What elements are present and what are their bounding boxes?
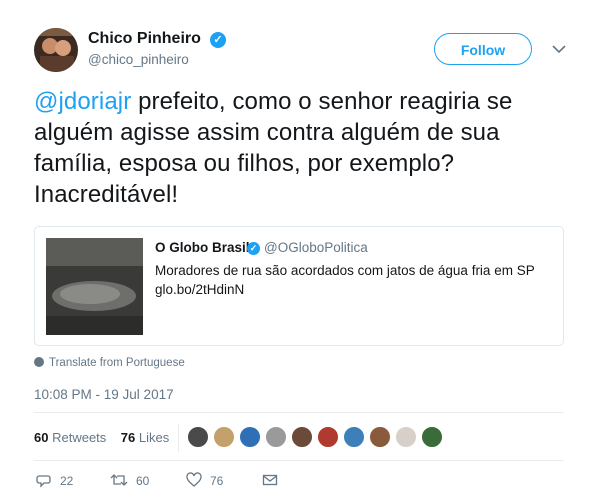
author-handle[interactable]: @chico_pinheiro <box>88 52 189 67</box>
divider <box>34 460 564 461</box>
globe-icon <box>34 357 44 367</box>
retweets-label: Retweets <box>52 430 107 445</box>
liker-avatar[interactable] <box>317 426 339 448</box>
likes-stat[interactable]: 76 Likes <box>121 430 169 445</box>
quoted-text-body: Moradores de rua são acordados com jatos… <box>155 263 535 278</box>
liker-avatar[interactable] <box>265 426 287 448</box>
quoted-tweet-text: Moradores de rua são acordados com jatos… <box>155 261 555 299</box>
retweets-stat[interactable]: 60 Retweets <box>34 430 106 445</box>
verified-icon: ✓ <box>247 242 260 255</box>
retweet-button[interactable]: 60 <box>110 472 149 488</box>
reply-icon <box>36 475 51 488</box>
liker-avatar[interactable] <box>421 426 443 448</box>
liker-avatar[interactable] <box>213 426 235 448</box>
quoted-tweet-image[interactable] <box>46 238 143 335</box>
likes-count: 76 <box>120 430 136 445</box>
direct-message-button[interactable] <box>262 472 286 488</box>
tweet-timestamp[interactable]: 10:08 PM - 19 Jul 2017 <box>34 387 174 402</box>
translate-link[interactable]: Translate from Portuguese <box>34 357 185 369</box>
verified-icon: ✓ <box>210 32 226 48</box>
chevron-down-icon[interactable] <box>549 38 569 58</box>
author-name[interactable]: Chico Pinheiro <box>88 30 201 48</box>
reply-button[interactable]: 22 <box>36 472 73 488</box>
like-icon <box>186 472 202 487</box>
tweet-stats: 60 Retweets 76 Likes <box>34 430 169 445</box>
quoted-author-handle: @OGloboPolitica <box>264 240 368 255</box>
liker-avatar[interactable] <box>291 426 313 448</box>
message-icon <box>262 474 278 486</box>
like-button[interactable]: 76 <box>186 472 223 488</box>
translate-label[interactable]: Translate from Portuguese <box>49 357 185 369</box>
author-avatar[interactable] <box>34 28 78 72</box>
divider <box>34 412 564 413</box>
quoted-link: glo.bo/2tHdinN <box>155 282 245 297</box>
divider <box>178 424 179 452</box>
quoted-author-name: O Globo Brasil <box>155 240 250 255</box>
retweet-count: 60 <box>136 474 150 488</box>
liker-avatar[interactable] <box>369 426 391 448</box>
likes-label: Likes <box>138 430 170 445</box>
tweet-text: @jdoriajr prefeito, como o senhor reagir… <box>34 86 564 210</box>
liker-avatar[interactable] <box>343 426 365 448</box>
retweet-icon <box>110 474 128 486</box>
liker-avatar[interactable] <box>239 426 261 448</box>
like-count: 76 <box>210 474 224 488</box>
liker-avatar[interactable] <box>187 426 209 448</box>
follow-button[interactable]: Follow <box>434 33 532 65</box>
reply-count: 22 <box>60 474 74 488</box>
mention-link[interactable]: @jdoriajr <box>34 88 131 115</box>
liker-avatar[interactable] <box>395 426 417 448</box>
retweets-count: 60 <box>34 430 49 445</box>
